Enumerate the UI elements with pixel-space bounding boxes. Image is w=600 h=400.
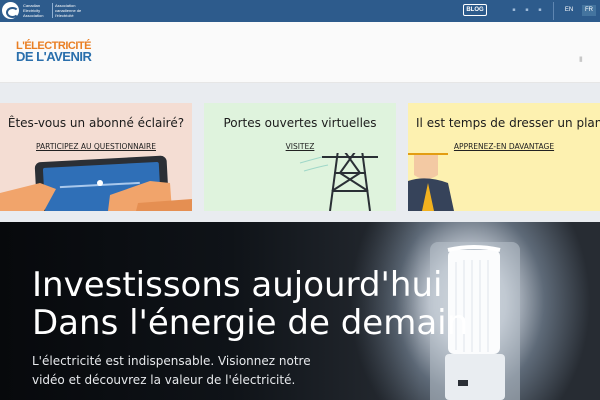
facebook-icon[interactable]: ▪ bbox=[512, 7, 516, 13]
promo-card-plan[interactable]: Il est temps de dresser un plan APPRENEZ… bbox=[408, 103, 600, 211]
twitter-icon[interactable]: ▪ bbox=[525, 7, 529, 13]
language-fr-link[interactable]: FR bbox=[582, 5, 596, 16]
menu-icon[interactable]: ▮ bbox=[579, 56, 585, 63]
card-link-learn-more[interactable]: APPRENEZ-EN DAVANTAGE bbox=[408, 142, 600, 151]
hero-title: Investissons aujourd'hui Dans l'énergie … bbox=[32, 266, 468, 342]
language-divider bbox=[553, 2, 554, 20]
pylon-illustration bbox=[299, 153, 378, 211]
top-bar: Canadian Electricity Association Associa… bbox=[0, 0, 600, 22]
logo-divider bbox=[52, 3, 53, 18]
card-link-quiz[interactable]: PARTICIPEZ AU QUESTIONNAIRE bbox=[0, 142, 192, 151]
site-header: L'ÉLECTRICITÉ DE L'AVENIR ▮ bbox=[0, 22, 600, 83]
card-gap bbox=[192, 103, 204, 211]
card-title: Il est temps de dresser un plan bbox=[416, 116, 600, 130]
language-en-link[interactable]: EN bbox=[563, 5, 575, 16]
card-link-visit[interactable]: VISITEZ bbox=[204, 142, 396, 151]
hero-title-line-2: Dans l'énergie de demain bbox=[32, 303, 469, 343]
card-title: Êtes-vous un abonné éclairé? bbox=[7, 116, 185, 130]
cea-logo[interactable] bbox=[2, 2, 19, 19]
section-spacer bbox=[0, 83, 600, 103]
hero-title-line-1: Investissons aujourd'hui bbox=[32, 265, 443, 305]
section-spacer bbox=[0, 211, 600, 222]
tablet-hands-illustration bbox=[0, 155, 192, 211]
card-gap bbox=[396, 103, 408, 211]
worker-illustration bbox=[408, 153, 454, 211]
site-logo[interactable]: L'ÉLECTRICITÉ DE L'AVENIR bbox=[16, 41, 92, 64]
blog-button[interactable]: BLOG bbox=[463, 4, 487, 16]
hero-banner[interactable]: Investissons aujourd'hui Dans l'énergie … bbox=[0, 222, 600, 400]
promo-card-open-house[interactable]: Portes ouvertes virtuelles VISITEZ bbox=[204, 103, 396, 211]
promo-card-quiz[interactable]: Êtes-vous un abonné éclairé? PARTICIPEZ … bbox=[0, 103, 192, 211]
org-name-en[interactable]: Canadian Electricity Association bbox=[23, 3, 51, 18]
card-title: Portes ouvertes virtuelles bbox=[223, 116, 377, 130]
youtube-icon[interactable]: ▪ bbox=[538, 7, 542, 13]
logo-line-2: DE L'AVENIR bbox=[16, 49, 92, 64]
hero-subtitle: L'électricité est indispensable. Visionn… bbox=[32, 354, 311, 387]
org-name-fr[interactable]: Association canadienne de l'électricité bbox=[55, 3, 89, 18]
